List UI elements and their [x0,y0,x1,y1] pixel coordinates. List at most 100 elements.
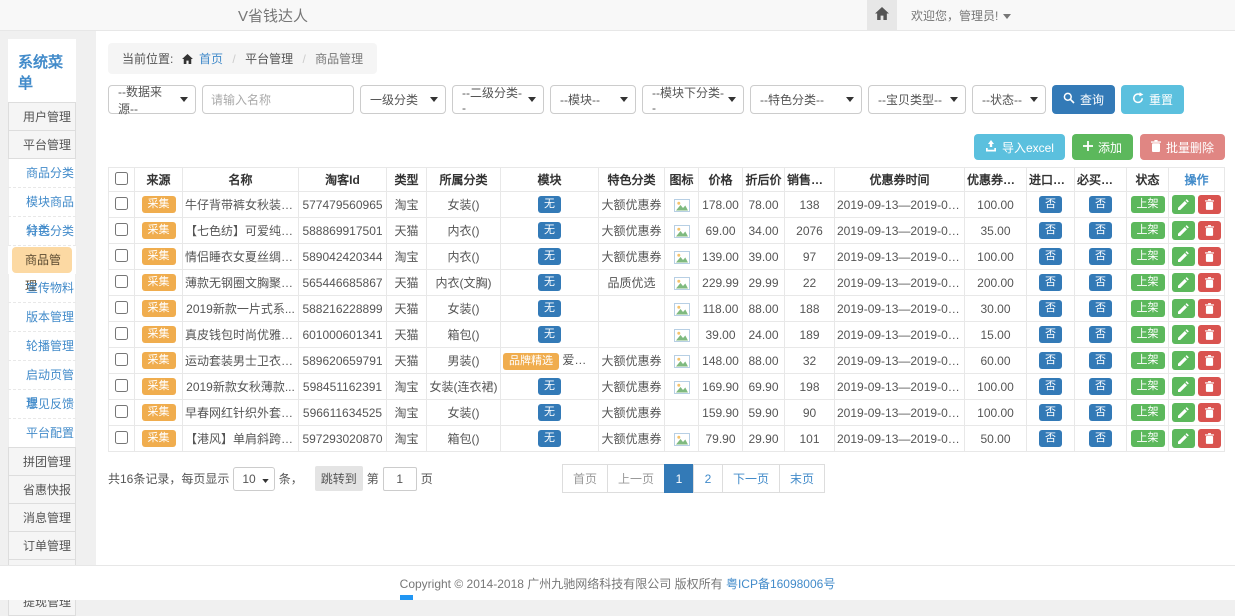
delete-button[interactable] [1198,273,1221,292]
must-buy-toggle[interactable]: 否 [1089,378,1112,394]
status-toggle[interactable]: 上架 [1131,300,1165,316]
pager-button-3[interactable]: 1 [664,464,694,493]
home-button[interactable] [867,0,897,30]
delete-button[interactable] [1198,377,1221,396]
name-search-input[interactable] [202,85,354,114]
filter-select-level-2-category[interactable]: --二级分类-- [452,85,544,114]
must-buy-toggle[interactable]: 否 [1089,222,1112,238]
must-buy-toggle[interactable]: 否 [1089,248,1112,264]
status-toggle[interactable]: 上架 [1131,404,1165,420]
sidebar-item-14[interactable]: 省惠快报 [8,475,76,504]
status-toggle[interactable]: 上架 [1131,352,1165,368]
edit-button[interactable] [1172,273,1195,292]
status-toggle[interactable]: 上架 [1131,378,1165,394]
sidebar-item-2[interactable]: 平台管理 [8,130,76,159]
page-number-input[interactable] [383,467,417,491]
batch-delete-button[interactable]: 批量删除 [1140,134,1225,160]
sidebar-item-10[interactable]: 启动页管理 [8,361,76,390]
delete-button[interactable] [1198,221,1221,240]
sidebar-item-5[interactable]: 特色分类 [8,217,76,246]
pager-button-1[interactable]: 首页 [562,464,608,493]
edit-button[interactable] [1172,351,1195,370]
import-pick-toggle[interactable]: 否 [1039,430,1062,446]
delete-button[interactable] [1198,195,1221,214]
search-button[interactable]: 查询 [1052,85,1115,114]
row-checkbox[interactable] [115,405,128,418]
filter-select-data-source[interactable]: --数据来源-- [108,85,196,114]
delete-button[interactable] [1198,247,1221,266]
pager-button-2[interactable]: 上一页 [607,464,665,493]
row-checkbox[interactable] [115,301,128,314]
import-pick-toggle[interactable]: 否 [1039,326,1062,342]
edit-button[interactable] [1172,377,1195,396]
edit-button[interactable] [1172,299,1195,318]
pager-button-4[interactable]: 2 [693,464,723,493]
import-pick-toggle[interactable]: 否 [1039,378,1062,394]
icp-link[interactable]: 粤ICP备16098006号 [726,575,835,592]
reset-button[interactable]: 重置 [1121,85,1184,114]
jump-button[interactable]: 跳转到 [315,466,363,491]
filter-select-status[interactable]: --状态-- [972,85,1046,114]
must-buy-toggle[interactable]: 否 [1089,352,1112,368]
edit-button[interactable] [1172,403,1195,422]
import-pick-toggle[interactable]: 否 [1039,274,1062,290]
sidebar-item-12[interactable]: 平台配置 [8,419,76,448]
status-toggle[interactable]: 上架 [1131,326,1165,342]
filter-select-module[interactable]: --模块-- [550,85,636,114]
must-buy-toggle[interactable]: 否 [1089,326,1112,342]
edit-button[interactable] [1172,429,1195,448]
sidebar-item-9[interactable]: 轮播管理 [8,332,76,361]
add-button[interactable]: 添加 [1072,134,1133,160]
import-pick-toggle[interactable]: 否 [1039,222,1062,238]
import-pick-toggle[interactable]: 否 [1039,300,1062,316]
filter-select-feature-category[interactable]: --特色分类-- [750,85,862,114]
sidebar-item-3[interactable]: 商品分类 [8,159,76,188]
filter-select-level-1-category[interactable]: 一级分类 [360,85,446,114]
status-toggle[interactable]: 上架 [1131,196,1165,212]
sidebar-item-16[interactable]: 订单管理 [8,531,76,560]
filter-select-item-type[interactable]: --宝贝类型-- [868,85,966,114]
status-toggle[interactable]: 上架 [1131,222,1165,238]
sidebar-item-13[interactable]: 拼团管理 [8,447,76,476]
sidebar-item-6[interactable]: 商品管理 [12,247,72,273]
row-checkbox[interactable] [115,223,128,236]
sidebar-item-15[interactable]: 消息管理 [8,503,76,532]
import-excel-button[interactable]: 导入excel [974,134,1065,160]
must-buy-toggle[interactable]: 否 [1089,404,1112,420]
select-all-checkbox[interactable] [115,172,128,185]
edit-button[interactable] [1172,221,1195,240]
sidebar-item-11[interactable]: 意见反馈 [8,390,76,419]
breadcrumb-item-platform[interactable]: 平台管理 [245,52,293,66]
row-checkbox[interactable] [115,431,128,444]
row-checkbox[interactable] [115,353,128,366]
import-pick-toggle[interactable]: 否 [1039,404,1062,420]
edit-button[interactable] [1172,247,1195,266]
filter-select-module-subcategory[interactable]: --模块下分类-- [642,85,744,114]
must-buy-toggle[interactable]: 否 [1089,300,1112,316]
row-checkbox[interactable] [115,327,128,340]
delete-button[interactable] [1198,299,1221,318]
row-checkbox[interactable] [115,379,128,392]
row-checkbox[interactable] [115,197,128,210]
row-checkbox[interactable] [115,249,128,262]
status-toggle[interactable]: 上架 [1131,274,1165,290]
sidebar-item-7[interactable]: 宣传物料 [8,274,76,303]
must-buy-toggle[interactable]: 否 [1089,274,1112,290]
sidebar-item-1[interactable]: 用户管理 [8,102,76,131]
pager-button-6[interactable]: 末页 [779,464,825,493]
status-toggle[interactable]: 上架 [1131,248,1165,264]
row-checkbox[interactable] [115,275,128,288]
pager-button-5[interactable]: 下一页 [722,464,780,493]
import-pick-toggle[interactable]: 否 [1039,248,1062,264]
import-pick-toggle[interactable]: 否 [1039,196,1062,212]
delete-button[interactable] [1198,429,1221,448]
sidebar-item-4[interactable]: 模块商品分类 [8,188,76,217]
must-buy-toggle[interactable]: 否 [1089,196,1112,212]
delete-button[interactable] [1198,325,1221,344]
user-menu[interactable]: 欢迎您，管理员! [897,7,1235,24]
delete-button[interactable] [1198,403,1221,422]
import-pick-toggle[interactable]: 否 [1039,352,1062,368]
status-toggle[interactable]: 上架 [1131,430,1165,446]
edit-button[interactable] [1172,325,1195,344]
edit-button[interactable] [1172,195,1195,214]
